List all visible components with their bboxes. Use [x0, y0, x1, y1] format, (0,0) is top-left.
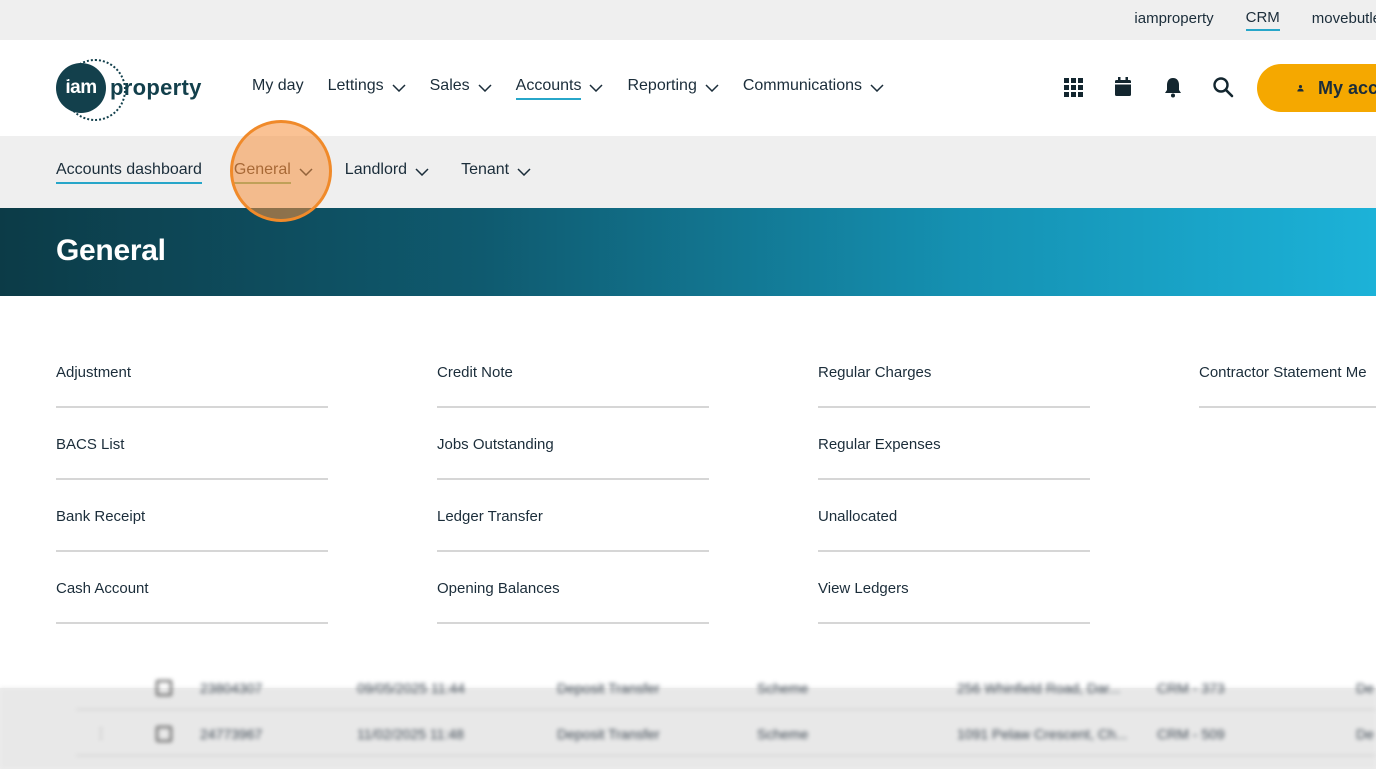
- menu-column-3: Regular Charges Regular Expenses Unalloc…: [818, 336, 1090, 624]
- chevron-down-icon: [299, 168, 313, 176]
- cell-extra: De: [1356, 679, 1374, 696]
- nav-label: Sales: [429, 76, 470, 94]
- subnav-general[interactable]: General: [233, 161, 313, 184]
- nav-my-day[interactable]: My day: [252, 77, 304, 100]
- bell-icon[interactable]: [1162, 76, 1184, 98]
- chevron-down-icon: [392, 84, 406, 92]
- main-header: iam property My day Lettings Sales Accou…: [0, 40, 1376, 136]
- menu-link-opening-balances[interactable]: Opening Balances: [437, 552, 709, 624]
- page-title: General: [56, 234, 166, 267]
- user-icon: [1297, 85, 1304, 92]
- menu-column-2: Credit Note Jobs Outstanding Ledger Tran…: [437, 336, 709, 624]
- iamproperty-logo[interactable]: iam property: [56, 59, 202, 121]
- nav-sales[interactable]: Sales: [430, 77, 492, 100]
- menu-link-cash-account[interactable]: Cash Account: [56, 552, 328, 624]
- chevron-down-icon: [870, 84, 884, 92]
- cell-id: 23804307: [200, 679, 263, 696]
- apps-grid-icon[interactable]: [1062, 76, 1084, 98]
- table-row: ⋮ 24773967 11/02/2025 11:48 Deposit Tran…: [76, 712, 1376, 756]
- row-checkbox[interactable]: [156, 679, 172, 696]
- main-nav: My day Lettings Sales Accounts Reporting…: [252, 40, 884, 136]
- topbar-link-movebutler[interactable]: movebutler: [1312, 10, 1376, 30]
- chevron-down-icon: [517, 168, 531, 176]
- menu-link-adjustment[interactable]: Adjustment: [56, 336, 328, 408]
- nav-communications[interactable]: Communications: [743, 77, 884, 100]
- subnav-label: Tenant: [461, 160, 510, 178]
- logo-text: property: [110, 75, 202, 100]
- menu-link-unallocated[interactable]: Unallocated: [818, 480, 1090, 552]
- chevron-down-icon: [705, 84, 719, 92]
- cell-ref: CRM - 373: [1157, 679, 1225, 696]
- accounts-subnav: Accounts dashboard General Landlord Tena…: [0, 136, 1376, 208]
- topbar-link-crm[interactable]: CRM: [1245, 9, 1280, 31]
- my-account-label: My account: [1317, 77, 1376, 98]
- nav-reporting[interactable]: Reporting: [627, 76, 719, 100]
- menu-column-4: Contractor Statement Me: [1199, 336, 1376, 408]
- general-mega-menu: Adjustment BACS List Bank Receipt Cash A…: [0, 296, 1376, 688]
- topbar-link-iamproperty[interactable]: iamproperty: [1134, 10, 1213, 30]
- section-banner: General: [0, 208, 1376, 296]
- menu-link-view-ledgers[interactable]: View Ledgers: [818, 552, 1090, 624]
- menu-link-regular-charges[interactable]: Regular Charges: [818, 336, 1090, 408]
- cell-address: 256 Whinfield Road, Dar...: [957, 679, 1121, 696]
- menu-link-credit-note[interactable]: Credit Note: [437, 336, 709, 408]
- chevron-down-icon: [478, 84, 492, 92]
- row-drag-handle-icon[interactable]: ⋮: [94, 725, 108, 742]
- row-checkbox[interactable]: [156, 725, 172, 742]
- subnav-label: General: [233, 161, 291, 184]
- menu-link-bank-receipt[interactable]: Bank Receipt: [56, 480, 328, 552]
- chevron-down-icon: [415, 168, 429, 176]
- subnav-accounts-dashboard[interactable]: Accounts dashboard: [56, 161, 202, 184]
- subnav-label: Landlord: [344, 160, 408, 178]
- cell-extra: De: [1356, 725, 1374, 742]
- cell-ref: CRM - 509: [1157, 725, 1225, 742]
- nav-label: Lettings: [327, 76, 384, 94]
- subnav-landlord[interactable]: Landlord: [345, 161, 429, 184]
- cell-source: Scheme: [757, 679, 809, 696]
- nav-label: Accounts: [515, 77, 582, 100]
- cell-address: 1091 Pelaw Crescent, Ch...: [957, 725, 1128, 742]
- nav-label: Communications: [742, 76, 862, 94]
- logo-circle: iam: [56, 59, 126, 121]
- calendar-icon[interactable]: [1112, 76, 1134, 98]
- my-account-button[interactable]: My account: [1257, 64, 1376, 112]
- nav-label: My day: [252, 76, 304, 94]
- table-row: 23804307 09/05/2025 11:44 Deposit Transf…: [76, 666, 1376, 710]
- cell-type: Deposit Transfer: [557, 725, 660, 742]
- cell-date: 09/05/2025 11:44: [357, 679, 465, 696]
- menu-link-bacs-list[interactable]: BACS List: [56, 408, 328, 480]
- menu-link-ledger-transfer[interactable]: Ledger Transfer: [437, 480, 709, 552]
- cell-type: Deposit Transfer: [557, 679, 660, 696]
- header-icons: [1062, 76, 1234, 98]
- nav-lettings[interactable]: Lettings: [328, 77, 406, 100]
- menu-link-contractor-statement[interactable]: Contractor Statement Me: [1199, 336, 1376, 408]
- top-utility-bar: iamproperty CRM movebutler: [0, 0, 1376, 40]
- menu-column-1: Adjustment BACS List Bank Receipt Cash A…: [56, 336, 328, 624]
- menu-link-regular-expenses[interactable]: Regular Expenses: [818, 408, 1090, 480]
- cell-date: 11/02/2025 11:48: [357, 725, 464, 742]
- background-transactions-table: 23804307 09/05/2025 11:44 Deposit Transf…: [0, 679, 1376, 769]
- chevron-down-icon: [589, 84, 603, 92]
- nav-accounts[interactable]: Accounts: [515, 77, 604, 100]
- cell-id: 24773967: [200, 725, 263, 742]
- nav-label: Reporting: [627, 76, 697, 94]
- search-icon[interactable]: [1212, 76, 1234, 98]
- cell-source: Scheme: [757, 725, 809, 742]
- menu-link-jobs-outstanding[interactable]: Jobs Outstanding: [437, 408, 709, 480]
- subnav-label: Accounts dashboard: [56, 161, 202, 184]
- subnav-tenant[interactable]: Tenant: [461, 161, 531, 184]
